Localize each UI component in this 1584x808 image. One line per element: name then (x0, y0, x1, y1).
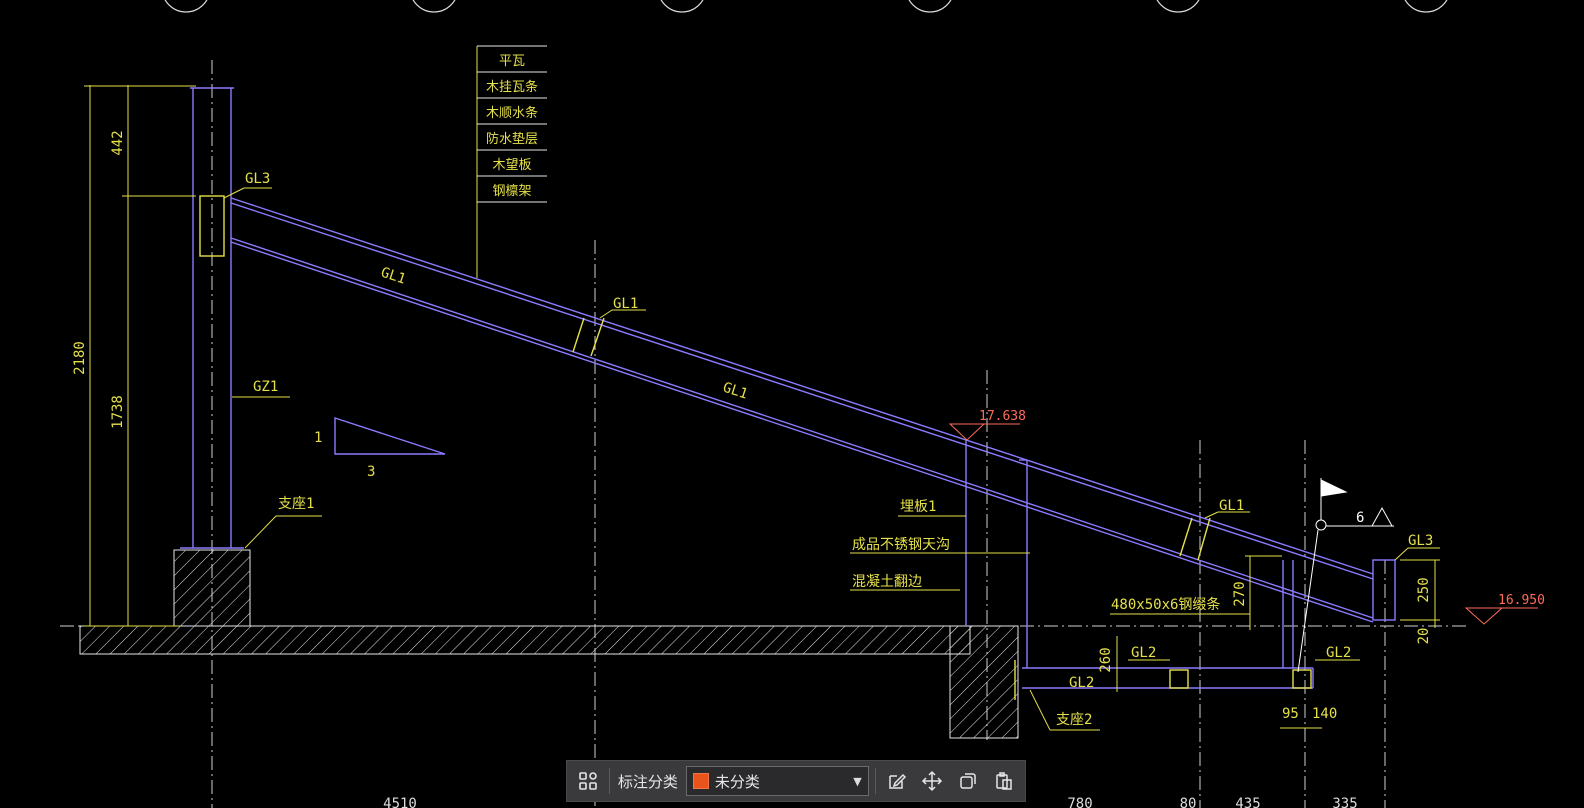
dim-20: 20 (1416, 628, 1432, 645)
grid-menu-icon[interactable] (573, 766, 603, 796)
level-right: 16.950 (1498, 593, 1545, 608)
legend-layer-3: 木顺水条 (486, 105, 538, 121)
copy-icon[interactable] (953, 766, 983, 796)
bottom-dim-335: 335 (1332, 796, 1357, 808)
legend-layer-1: 平瓦 (499, 54, 525, 69)
dim-250: 250 (1416, 577, 1432, 602)
label-gl3-right: GL3 (1408, 533, 1433, 549)
dim-270: 270 (1232, 581, 1248, 606)
toolbar-divider (608, 768, 610, 794)
dim-2180: 2180 (72, 341, 88, 375)
dim-95: 95 (1282, 706, 1299, 722)
label-gl2-c: GL2 (1326, 645, 1351, 661)
category-select[interactable]: 未分类 ▼ (685, 766, 869, 796)
category-select-value: 未分类 (714, 772, 760, 791)
level-top: 17.638 (979, 409, 1026, 424)
label-gl3-top: GL3 (245, 171, 270, 187)
label-support1: 支座1 (278, 496, 314, 512)
annotation-toolbar: 标注分类 未分类 ▼ (566, 760, 1026, 802)
flag-marker (1297, 478, 1394, 673)
label-gl1-right: GL1 (1219, 498, 1244, 514)
category-color-swatch (692, 773, 709, 789)
label-gl2-a: GL2 (1131, 645, 1156, 661)
label-gl1-mid: GL1 (613, 296, 638, 312)
legend-table (477, 45, 547, 203)
bottom-dim-4510: 4510 (383, 796, 417, 808)
label-gutter: 成品不锈钢天沟 (852, 537, 950, 553)
label-gl1-lower: GL1 (721, 380, 750, 403)
move-icon[interactable] (918, 766, 948, 796)
paste-icon[interactable] (989, 766, 1019, 796)
label-concrete-upturn: 混凝土翻边 (852, 574, 922, 590)
yellow-members (199, 195, 1312, 700)
legend-layer-6: 钢檩架 (492, 184, 531, 199)
center-lines (60, 60, 1470, 808)
dim-140: 140 (1312, 706, 1337, 722)
bottom-dim-435: 435 (1235, 796, 1260, 808)
label-embed-plate: 埋板1 (900, 499, 936, 515)
label-gl2-b: GL2 (1069, 675, 1094, 691)
chevron-down-icon: ▼ (853, 774, 862, 788)
dim-1738: 1738 (110, 395, 126, 429)
dim-6: 6 (1356, 510, 1364, 526)
label-gl1-diag: GL1 (379, 265, 408, 288)
edit-icon[interactable] (882, 766, 912, 796)
slope-rise: 1 (314, 430, 322, 446)
dim-442: 442 (110, 130, 126, 155)
label-support2: 支座2 (1056, 712, 1092, 728)
label-steel-plate: 480x50x6钢缀条 (1111, 596, 1220, 613)
legend-layer-4: 防水垫层 (486, 131, 538, 147)
cad-drawing-canvas[interactable]: 平瓦 木挂瓦条 木顺水条 防水垫层 木望板 钢檩架 442 2180 1738 … (0, 0, 1584, 808)
dim-260: 260 (1098, 647, 1114, 672)
label-gz1: GZ1 (253, 379, 278, 395)
bottom-dim-780: 780 (1067, 796, 1092, 808)
legend-layer-5: 木望板 (492, 157, 531, 173)
bottom-dim-80: 80 (1180, 796, 1197, 808)
slope-run: 3 (367, 464, 375, 480)
category-label: 标注分类 (617, 772, 678, 791)
legend-layer-2: 木挂瓦条 (486, 79, 538, 95)
axis-bubbles (164, 0, 1448, 13)
toolbar-divider (874, 768, 876, 794)
